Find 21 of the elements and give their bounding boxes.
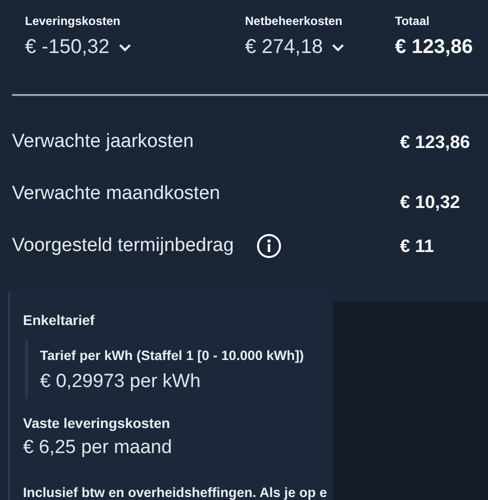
cost-label: Netbeheerkosten [245,14,344,28]
cost-label: Totaal [395,14,430,28]
chevron-down-icon [118,43,132,52]
total-value: € 123,86 [395,36,473,59]
summary-label: Voorgesteld termijnbedrag [12,235,234,257]
tier-label: Tarief per kWh (Staffel 1 [0 - 10.000 kWh]) [40,348,305,363]
summary-label: Verwachte jaarkosten [12,131,194,153]
tariff-title: Enkeltarief [23,312,96,328]
summary-label: Verwachte maandkosten [12,183,220,205]
fixed-cost-label: Vaste leveringskosten [23,415,172,431]
chevron-down-icon [330,43,345,52]
summary-value: € 10,32 [400,192,462,212]
tier-value: € 0,29973 per kWh [40,371,202,393]
summary-value: € 11 [400,236,436,256]
tax-note: Inclusief btw en overheidsheffingen. Als je op e [23,485,328,500]
summary-value: € 123,86 [400,132,472,152]
fixed-cost-value: € 6,25 per maand [23,437,173,459]
info-icon[interactable] [256,233,282,259]
cost-dropdown[interactable]: € 274,18 [245,36,395,59]
cost-label: Leveringskosten [25,14,122,28]
cost-dropdown[interactable]: € -150,32 [25,36,245,59]
